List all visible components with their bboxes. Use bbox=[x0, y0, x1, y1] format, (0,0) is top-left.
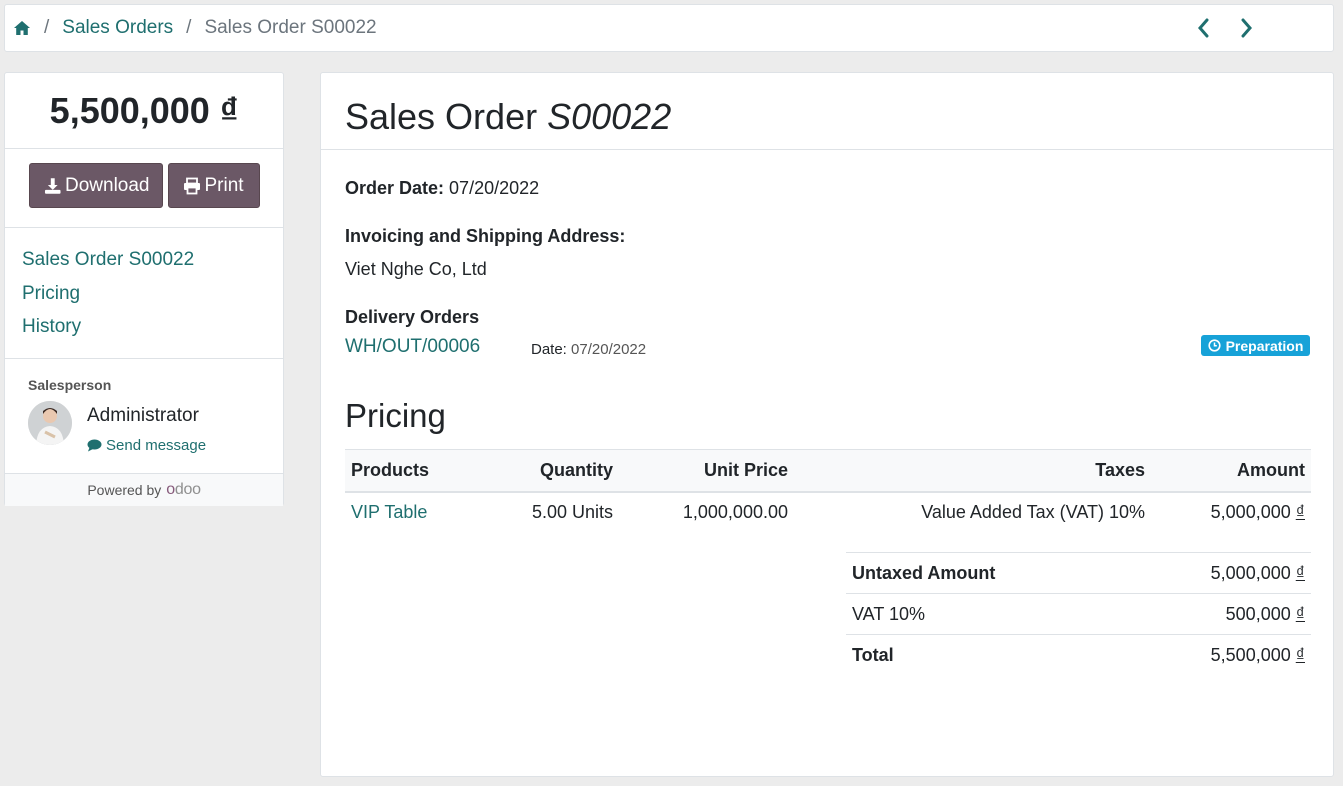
previous-record-button[interactable] bbox=[1195, 18, 1213, 38]
column-products: Products bbox=[345, 449, 475, 493]
delivery-order-link[interactable]: WH/OUT/00006 bbox=[345, 336, 480, 357]
delivery-date-value: 07/20/2022 bbox=[571, 341, 647, 358]
totals-table: Untaxed Amount 5,000,000 ₫ VAT 10% 500,0… bbox=[846, 552, 1311, 676]
order-lines-table: Products Quantity Unit Price Taxes Amoun… bbox=[345, 449, 1311, 533]
download-icon bbox=[44, 177, 61, 194]
breadcrumb-bar: / Sales Orders / Sales Order S00022 bbox=[4, 4, 1334, 52]
table-row: VIP Table 5.00 Units 1,000,000.00 Value … bbox=[345, 492, 1311, 533]
order-content: Sales Order S00022 Order Date: 07/20/202… bbox=[320, 72, 1334, 777]
untaxed-amount-label: Untaxed Amount bbox=[846, 552, 1123, 594]
breadcrumb-current: Sales Order S00022 bbox=[204, 17, 377, 38]
breadcrumb: / Sales Orders / Sales Order S00022 bbox=[13, 5, 377, 51]
print-icon bbox=[183, 177, 200, 194]
pricing-title: Pricing bbox=[345, 397, 446, 434]
address-label: Invoicing and Shipping Address: bbox=[345, 226, 626, 246]
send-message-label: Send message bbox=[106, 437, 207, 454]
delivery-orders-label: Delivery Orders bbox=[345, 307, 480, 327]
currency-symbol: ₫ bbox=[1295, 502, 1305, 522]
download-button[interactable]: Download bbox=[28, 163, 163, 208]
order-sidebar: 5,500,000 ₫ Download Print Sales Order S… bbox=[4, 72, 284, 506]
totals-row-total: Total 5,500,000 ₫ bbox=[846, 634, 1311, 676]
column-quantity: Quantity bbox=[475, 449, 619, 493]
line-amount-value: 5,000,000 bbox=[1210, 502, 1291, 522]
totals-row-vat: VAT 10% 500,000 ₫ bbox=[846, 593, 1311, 635]
download-label: Download bbox=[65, 174, 150, 196]
line-unit-price: 1,000,000.00 bbox=[682, 502, 788, 522]
sidebar-item-history[interactable]: History bbox=[22, 316, 283, 350]
order-date-value: 07/20/2022 bbox=[449, 178, 540, 198]
line-product: VIP Table bbox=[345, 492, 475, 533]
send-message-link[interactable]: Send message bbox=[87, 437, 206, 454]
print-button[interactable]: Print bbox=[167, 163, 260, 208]
untaxed-amount-number: 5,000,000 bbox=[1210, 562, 1291, 583]
title-prefix: Sales Order bbox=[345, 96, 538, 137]
page-title: Sales Order S00022 bbox=[321, 73, 1333, 150]
totals-row-untaxed: Untaxed Amount 5,000,000 ₫ bbox=[846, 552, 1311, 594]
line-quantity: 5.00 Units bbox=[531, 502, 613, 522]
delivery-date: Date: 07/20/2022 bbox=[531, 341, 646, 358]
line-taxes: Value Added Tax (VAT) 10% bbox=[921, 502, 1145, 522]
total-value: 5,500,000 ₫ bbox=[1122, 634, 1311, 676]
powered-by-label: Powered by bbox=[87, 482, 162, 498]
salesperson-label: Salesperson bbox=[28, 377, 112, 393]
breadcrumb-separator: / bbox=[186, 17, 192, 38]
odoo-logo[interactable]: odoo bbox=[166, 481, 201, 499]
address-value: Viet Nghe Co, Ltd bbox=[345, 259, 487, 279]
vat-number: 500,000 bbox=[1225, 603, 1291, 624]
powered-by: Powered by odoo bbox=[5, 474, 283, 506]
sidebar-item-pricing[interactable]: Pricing bbox=[22, 283, 283, 317]
home-icon[interactable] bbox=[13, 19, 31, 37]
status-badge-label: Preparation bbox=[1225, 337, 1304, 354]
column-unit-price: Unit Price bbox=[619, 449, 794, 493]
chevron-left-icon bbox=[1198, 18, 1209, 38]
column-taxes: Taxes bbox=[794, 449, 1151, 493]
breadcrumb-sales-orders[interactable]: Sales Orders bbox=[62, 17, 173, 39]
currency-symbol: ₫ bbox=[1295, 603, 1305, 624]
print-label: Print bbox=[204, 174, 244, 196]
title-number: S00022 bbox=[547, 96, 672, 137]
comment-icon bbox=[87, 439, 102, 452]
salesperson-name: Administrator bbox=[87, 405, 199, 426]
order-date-row: Order Date: 07/20/2022 bbox=[345, 178, 539, 199]
sidebar-item-sales-order[interactable]: Sales Order S00022 bbox=[22, 249, 283, 283]
clock-icon bbox=[1207, 339, 1221, 352]
untaxed-amount-value: 5,000,000 ₫ bbox=[1122, 552, 1311, 594]
delivery-date-label: Date: bbox=[531, 341, 567, 358]
breadcrumb-separator: / bbox=[44, 17, 50, 38]
action-buttons: Download Print bbox=[5, 149, 283, 228]
delivery-order-row: WH/OUT/00006 Date: 07/20/2022 bbox=[345, 336, 646, 358]
product-link[interactable]: VIP Table bbox=[351, 502, 427, 522]
total-number: 5,500,000 bbox=[1210, 644, 1291, 665]
salesperson-section: Salesperson Administrator Send message bbox=[5, 359, 283, 474]
table-header-row: Products Quantity Unit Price Taxes Amoun… bbox=[345, 449, 1311, 493]
line-amount: 5,000,000 ₫ bbox=[1151, 492, 1311, 533]
currency-symbol: ₫ bbox=[1295, 562, 1305, 583]
vat-value: 500,000 ₫ bbox=[1122, 593, 1311, 635]
order-total: 5,500,000 ₫ bbox=[5, 73, 283, 149]
chevron-right-icon bbox=[1241, 18, 1252, 38]
sidebar-nav: Sales Order S00022 Pricing History bbox=[5, 228, 283, 359]
currency-symbol: ₫ bbox=[1295, 644, 1305, 665]
total-label: Total bbox=[846, 634, 1123, 676]
column-amount: Amount bbox=[1151, 449, 1311, 493]
avatar bbox=[28, 401, 72, 445]
order-date-label: Order Date: bbox=[345, 178, 445, 198]
status-badge: Preparation bbox=[1201, 335, 1310, 356]
vat-label: VAT 10% bbox=[846, 593, 1123, 635]
next-record-button[interactable] bbox=[1237, 18, 1255, 38]
